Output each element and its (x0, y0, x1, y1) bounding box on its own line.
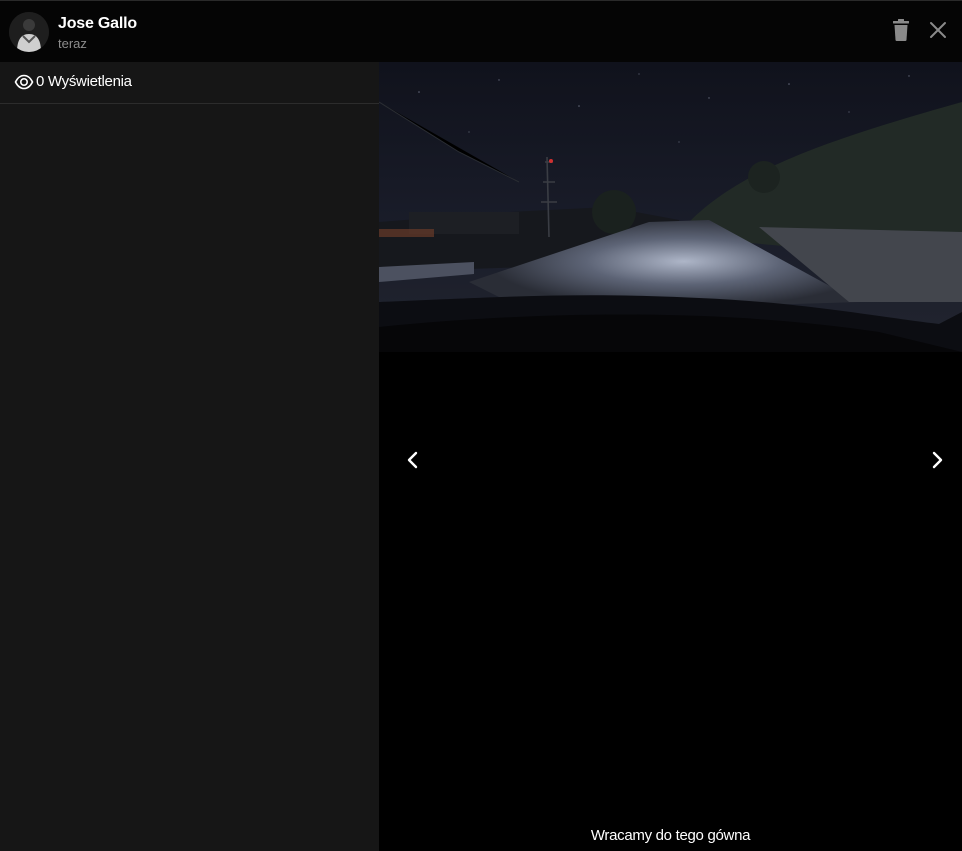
eye-icon (14, 74, 34, 90)
trash-icon (893, 19, 909, 41)
avatar-icon (9, 12, 49, 52)
story-sidebar: 0 Wyświetlenia (0, 62, 379, 851)
story-header: Jose Gallo teraz (0, 0, 962, 62)
previous-story-button[interactable] (403, 449, 423, 471)
story-viewer[interactable]: Wracamy do tego gówna (379, 62, 962, 851)
views-counter[interactable]: 0 Wyświetlenia (0, 62, 379, 104)
author-name[interactable]: Jose Gallo (58, 15, 137, 33)
story-caption: Wracamy do tego gówna (590, 827, 751, 844)
chevron-right-icon (932, 451, 943, 469)
next-story-button[interactable] (927, 449, 947, 471)
delete-button[interactable] (890, 18, 912, 42)
story-image (379, 62, 962, 352)
avatar[interactable] (9, 12, 49, 52)
chevron-left-icon (407, 451, 418, 469)
post-timestamp: teraz (58, 36, 87, 51)
close-button[interactable] (926, 18, 950, 42)
close-icon (930, 22, 946, 38)
views-label: 0 Wyświetlenia (36, 73, 132, 90)
